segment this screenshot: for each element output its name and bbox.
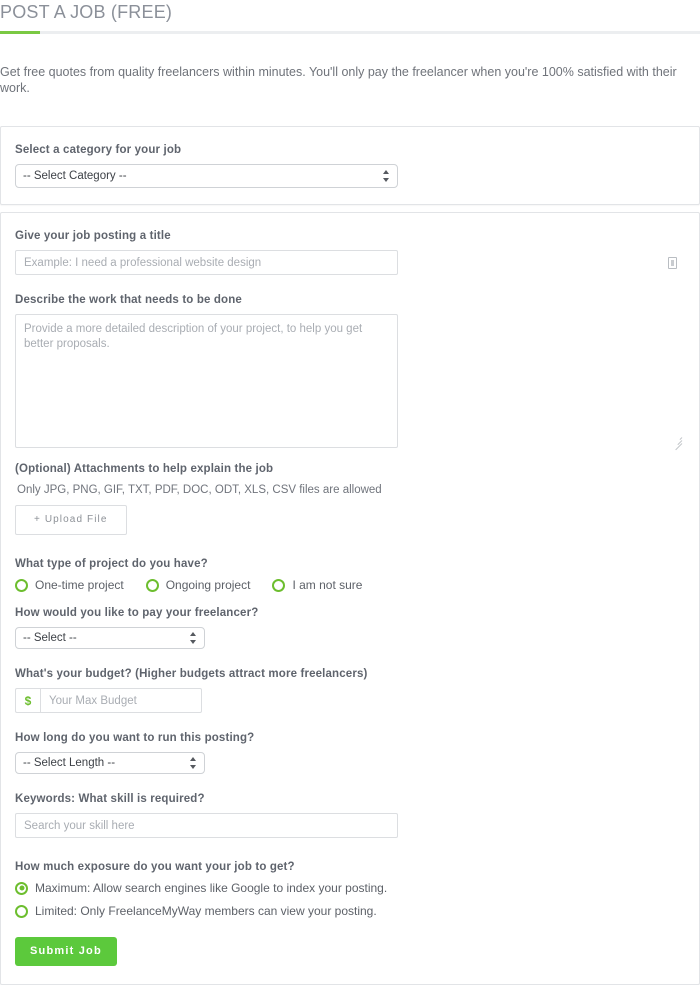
radio-one-time-project[interactable]: One-time project [15,578,124,592]
exposure-field: How much exposure do you want your job t… [15,860,685,918]
budget-field: What's your budget? (Higher budgets attr… [15,667,685,713]
category-select-wrap[interactable]: -- Select Category -- [15,164,398,188]
job-description-field: Describe the work that needs to be done [15,293,685,451]
exposure-label: How much exposure do you want your job t… [15,861,295,873]
intro-text: Get free quotes from quality freelancers… [0,64,677,95]
page-header: POST A JOB (FREE) Get free quotes from q… [0,0,700,114]
submit-job-button[interactable]: Submit Job [15,937,117,966]
job-description-textarea[interactable] [15,314,398,448]
radio-label: Ongoing project [165,578,251,592]
job-description-wrap [15,314,685,451]
category-label: Select a category for your job [15,144,182,156]
resize-handle-icon[interactable] [673,436,683,451]
radio-circle-icon [15,904,28,918]
radio-circle-icon [272,578,286,592]
radio-circle-icon [15,881,28,895]
posting-length-field: How long do you want to run this posting… [15,731,685,774]
payment-method-label: How would you like to pay your freelance… [15,607,259,619]
keywords-field: Keywords: What skill is required? [15,792,685,838]
suggestion-icon[interactable] [668,256,677,269]
radio-circle-icon [15,578,28,592]
radio-label: Maximum: Allow search engines like Googl… [35,881,388,895]
job-description-label: Describe the work that needs to be done [15,294,242,306]
project-type-field: What type of project do you have? One-ti… [15,557,685,592]
budget-label: What's your budget? (Higher budgets attr… [15,668,368,680]
budget-input-group: $ [15,688,685,713]
exposure-radio-group: Maximum: Allow search engines like Googl… [15,881,685,918]
attachments-field: (Optional) Attachments to help explain t… [15,462,685,535]
title-accent-bar [0,31,40,34]
posting-length-label: How long do you want to run this posting… [15,732,255,744]
upload-file-button[interactable]: + Upload File [15,505,127,535]
radio-ongoing-project[interactable]: Ongoing project [145,578,251,592]
radio-not-sure[interactable]: I am not sure [272,578,362,592]
radio-label: One-time project [35,578,124,592]
keywords-input[interactable] [15,813,398,838]
radio-circle-icon [145,578,159,592]
radio-exposure-maximum[interactable]: Maximum: Allow search engines like Googl… [15,881,685,895]
attachments-hint: Only JPG, PNG, GIF, TXT, PDF, DOC, ODT, … [17,484,382,496]
budget-input[interactable] [40,688,202,713]
payment-method-select[interactable]: -- Select -- [15,627,205,649]
project-type-label: What type of project do you have? [15,558,208,570]
currency-symbol-icon: $ [15,688,40,713]
keywords-label: Keywords: What skill is required? [15,793,205,805]
posting-length-select[interactable]: -- Select Length -- [15,752,205,774]
length-select-wrap[interactable]: -- Select Length -- [15,752,205,774]
radio-label: Limited: Only FreelanceMyWay members can… [35,904,377,918]
attachments-label: (Optional) Attachments to help explain t… [15,463,274,475]
page-title: POST A JOB (FREE) [0,2,173,22]
payment-select-wrap[interactable]: -- Select -- [15,627,205,649]
job-title-label: Give your job posting a title [15,230,171,242]
job-title-input-wrap [15,250,685,275]
category-field: Select a category for your job -- Select… [15,143,685,188]
job-title-field: Give your job posting a title [15,229,685,275]
job-title-input[interactable] [15,250,398,275]
radio-label: I am not sure [292,578,363,592]
category-card: Select a category for your job -- Select… [0,126,700,205]
title-divider [0,31,700,34]
payment-method-field: How would you like to pay your freelance… [15,606,685,649]
project-type-radio-group: One-time project Ongoing project I am no… [15,578,685,592]
job-details-card: Give your job posting a title Describe t… [0,212,700,985]
radio-exposure-limited[interactable]: Limited: Only FreelanceMyWay members can… [15,904,685,918]
category-select[interactable]: -- Select Category -- [15,164,398,188]
